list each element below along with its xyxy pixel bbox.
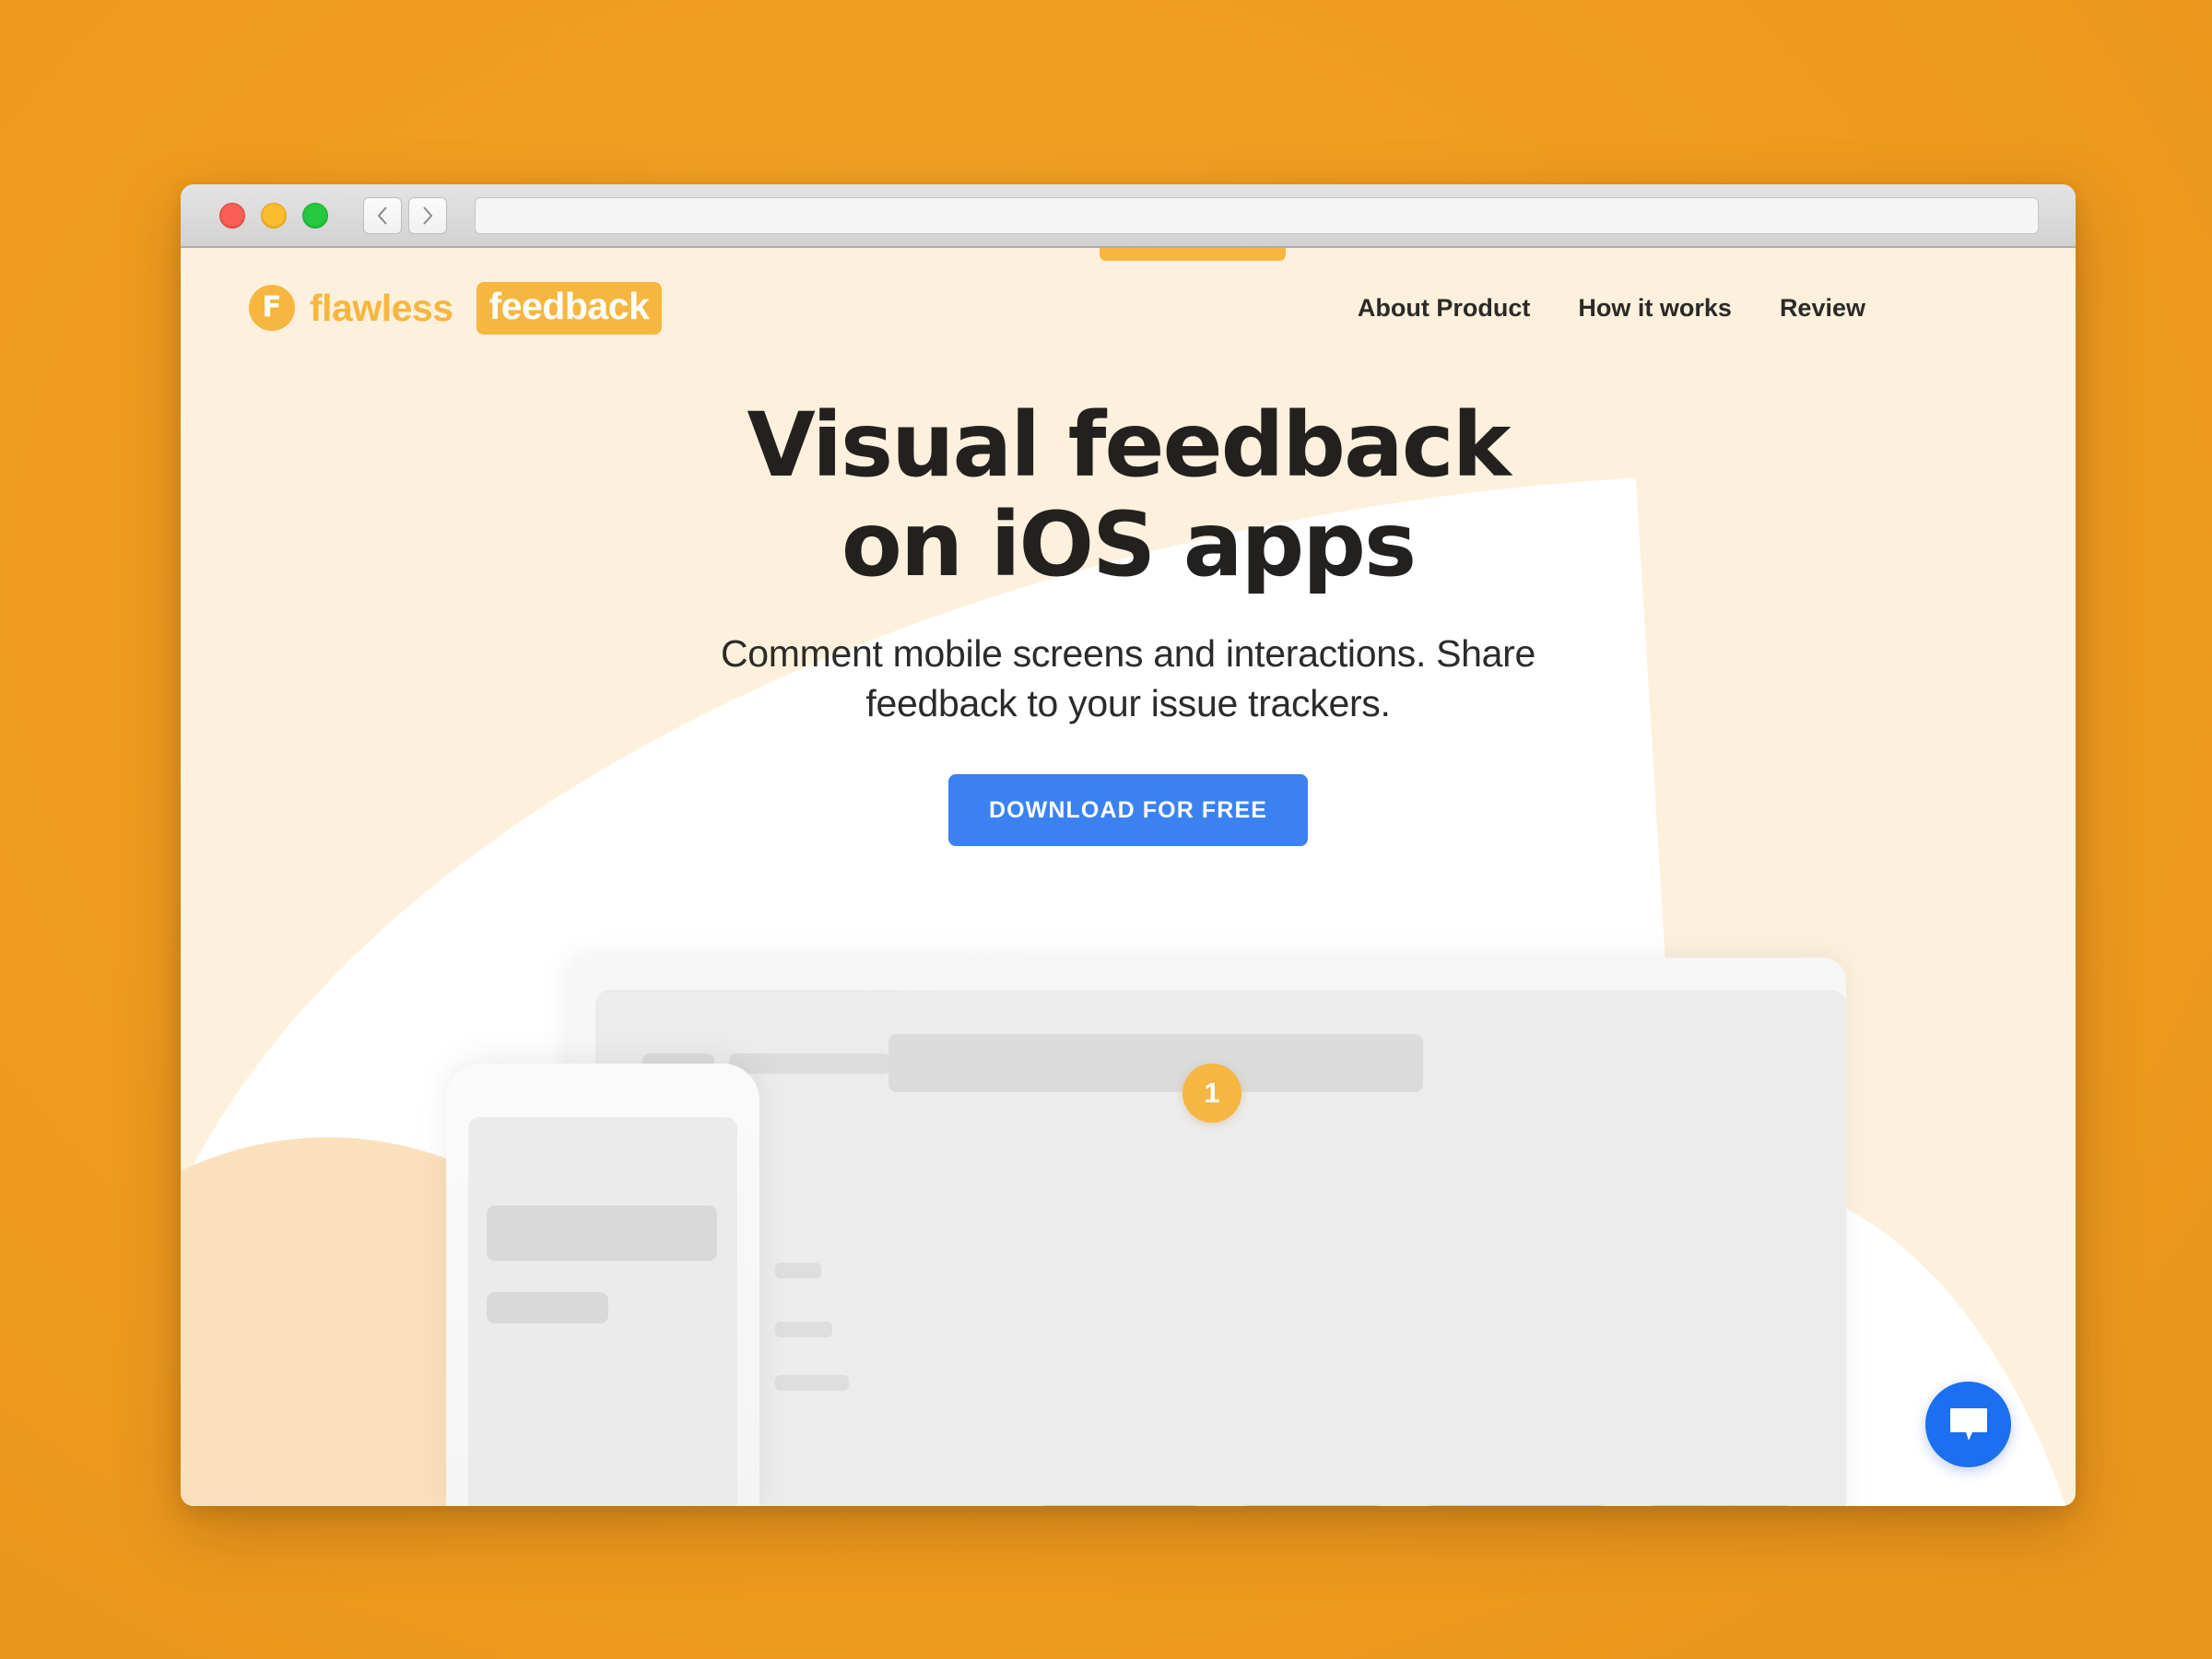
nav-item-about-product[interactable]: About Product [1358,294,1530,323]
main-navigation: About Product How it works Review [1358,294,1865,323]
window-controls [219,202,328,229]
hero-subtitle: Comment mobile screens and interactions.… [181,629,2076,728]
wireframe-bar [487,1292,608,1324]
wireframe-footer-block [1038,1505,1202,1506]
nav-active-indicator [1100,248,1286,261]
back-button[interactable] [363,196,402,234]
wireframe-bar [487,1206,717,1261]
hero-title: Visual feedback on iOS apps [181,395,2076,595]
phone-screen [468,1117,737,1506]
browser-nav-buttons [363,196,447,234]
nav-item-review[interactable]: Review [1780,294,1865,323]
chevron-right-icon [421,206,434,226]
site-header: F flawless feedback About Product How it… [181,248,2076,368]
wireframe-list-line [775,1322,832,1337]
hero-section: Visual feedback on iOS apps Comment mobi… [181,368,2076,847]
wireframe-footer-block [1425,1505,1607,1506]
hero-subtitle-line-2: feedback to your issue trackers. [865,682,1391,725]
brand-logo[interactable]: F flawless feedback [249,281,663,335]
hero-illustration: 1 [181,921,2076,1506]
wireframe-bar [729,1053,891,1074]
nav-item-how-it-works[interactable]: How it works [1578,294,1732,323]
phone-device-mockup [446,1064,759,1506]
chevron-left-icon [376,206,389,226]
address-bar-input[interactable] [475,196,2039,234]
brand-word-feedback: feedback [476,281,663,335]
close-window-button[interactable] [219,202,245,229]
minimize-window-button[interactable] [261,202,287,229]
wireframe-footer-block [1646,1505,1794,1506]
chat-widget-button[interactable] [1925,1382,2011,1467]
page-viewport: F flawless feedback About Product How it… [181,248,2076,1506]
download-for-free-button[interactable]: DOWNLOAD FOR FREE [947,774,1308,847]
wireframe-hero-bar [888,1034,1423,1092]
flawless-logo-icon: F [249,285,295,331]
browser-window: F flawless feedback About Product How it… [181,184,2076,1506]
forward-button[interactable] [408,196,447,234]
brand-word-flawless: flawless [310,286,453,329]
speech-bubble-icon [1948,1406,1989,1443]
wireframe-footer-block [1241,1505,1383,1506]
zoom-window-button[interactable] [302,202,328,229]
hero-title-line-2: on iOS apps [841,493,1417,597]
hero-subtitle-line-1: Comment mobile screens and interactions.… [720,631,1536,675]
browser-chrome [181,184,2076,248]
hero-title-line-1: Visual feedback [747,394,1511,497]
wireframe-list-line [775,1375,849,1391]
wireframe-list-line [775,1263,821,1278]
comment-marker-badge[interactable]: 1 [1182,1064,1241,1123]
